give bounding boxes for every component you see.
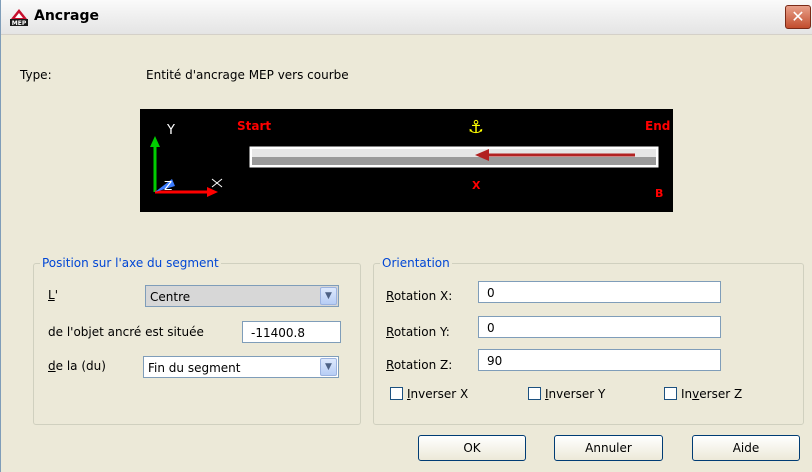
orientation-group-legend: Orientation bbox=[380, 256, 452, 270]
help-button[interactable]: Aide bbox=[692, 435, 800, 461]
x-marker-label: X bbox=[472, 179, 481, 192]
dialog-window: MEP Ancrage ✕ Type: Entité d'ancrage MEP… bbox=[0, 0, 812, 472]
type-label: Type: bbox=[20, 68, 52, 82]
rotation-x-value: 0 bbox=[487, 286, 495, 300]
anchored-distance-field[interactable]: -11400.8 bbox=[242, 321, 341, 343]
chevron-down-icon[interactable]: ▼ bbox=[320, 358, 337, 376]
rotation-y-value: 0 bbox=[487, 321, 495, 335]
l-label: L' bbox=[48, 288, 58, 302]
invert-x-label: Inverser X bbox=[407, 387, 469, 401]
rotation-x-label: Rotation X: bbox=[386, 289, 453, 303]
close-button[interactable]: ✕ bbox=[785, 5, 811, 29]
invert-z-label: Inverser Z bbox=[681, 387, 743, 401]
from-label: de la (du) bbox=[48, 359, 106, 373]
x-axis-arrow bbox=[207, 187, 218, 197]
from-reference-combo[interactable]: Fin du segment ▼ bbox=[143, 356, 339, 378]
svg-text:MEP: MEP bbox=[12, 20, 27, 26]
l-position-combo[interactable]: Centre ▼ bbox=[145, 285, 339, 307]
l-position-value: Centre bbox=[150, 290, 191, 304]
rotation-z-value: 90 bbox=[487, 354, 503, 368]
invert-y-checkbox[interactable] bbox=[528, 387, 541, 400]
close-icon: ✕ bbox=[791, 7, 805, 26]
segment-shadow bbox=[252, 157, 656, 165]
rotation-x-field[interactable]: 0 bbox=[478, 281, 721, 303]
b-marker-label: B bbox=[655, 187, 663, 200]
type-value: Entité d'ancrage MEP vers courbe bbox=[146, 68, 349, 82]
preview-canvas: Y Z Start End ⚓ X B bbox=[150, 117, 670, 200]
rotation-z-label: Rotation Z: bbox=[386, 358, 453, 372]
rotation-y-label: Rotation Y: bbox=[386, 325, 450, 339]
window-title: Ancrage bbox=[34, 8, 99, 24]
axis-y-label: Y bbox=[166, 123, 175, 138]
ok-button[interactable]: OK bbox=[418, 435, 526, 461]
anchor-icon: ⚓ bbox=[468, 117, 484, 138]
chevron-down-icon[interactable]: ▼ bbox=[320, 287, 337, 305]
position-group-legend: Position sur l'axe du segment bbox=[40, 256, 221, 270]
y-axis-arrow bbox=[150, 136, 160, 147]
end-label: End bbox=[645, 119, 670, 133]
cancel-button[interactable]: Annuler bbox=[554, 435, 663, 461]
anchored-object-label: de l'objet ancré est située bbox=[48, 325, 204, 339]
axis-z-label: Z bbox=[164, 179, 172, 193]
from-reference-value: Fin du segment bbox=[148, 361, 241, 375]
rotation-y-field[interactable]: 0 bbox=[478, 316, 721, 338]
anchored-distance-value: -11400.8 bbox=[251, 326, 305, 340]
title-bar: MEP Ancrage ✕ bbox=[1, 0, 812, 35]
anchor-preview: Y Z Start End ⚓ X B bbox=[140, 109, 673, 212]
mep-app-icon: MEP bbox=[10, 9, 28, 26]
invert-x-checkbox[interactable] bbox=[390, 387, 403, 400]
rotation-z-field[interactable]: 90 bbox=[478, 349, 721, 371]
invert-y-label: Inverser Y bbox=[545, 387, 606, 401]
invert-z-checkbox[interactable] bbox=[664, 387, 677, 400]
start-label: Start bbox=[237, 119, 271, 133]
